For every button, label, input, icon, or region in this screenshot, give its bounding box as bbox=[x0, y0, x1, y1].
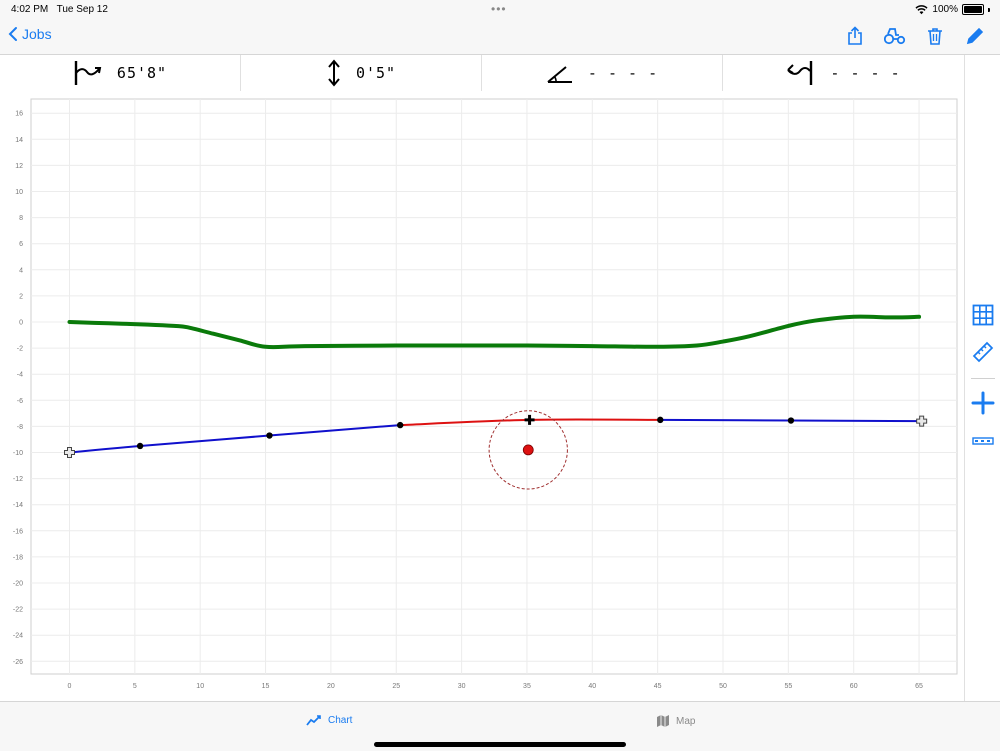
dashed-line-icon bbox=[972, 437, 994, 445]
wifi-icon bbox=[915, 4, 928, 14]
x-tick-label: 10 bbox=[196, 683, 204, 690]
length-readout: 65'8" bbox=[0, 55, 241, 91]
bore-point[interactable] bbox=[266, 432, 273, 439]
angle-readout: - - - - bbox=[482, 55, 723, 91]
y-tick-label: 0 bbox=[19, 320, 23, 327]
grid-icon bbox=[972, 304, 994, 326]
edit-button[interactable] bbox=[964, 25, 986, 47]
x-tick-label: 30 bbox=[458, 683, 466, 690]
chart-svg[interactable]: 0 5 10 15 20 25 30 35 40 45 50 55 60 651614121086420-… bbox=[0, 91, 964, 701]
x-tick-label: 0 bbox=[68, 683, 72, 690]
x-tick-label: 40 bbox=[588, 683, 596, 690]
y-tick-label: -24 bbox=[13, 633, 23, 640]
y-tick-label: -22 bbox=[13, 607, 23, 614]
status-bar: 4:02 PM Tue Sep 12 ••• 100% bbox=[0, 0, 1000, 20]
y-tick-label: 16 bbox=[15, 111, 23, 118]
length-value: 65'8" bbox=[116, 64, 168, 82]
x-tick-label: 5 bbox=[133, 683, 137, 690]
tab-chart-label: Chart bbox=[328, 714, 353, 726]
status-time: 4:02 PM Tue Sep 12 bbox=[11, 4, 108, 15]
tab-chart[interactable]: Chart bbox=[306, 714, 352, 726]
equipment-button[interactable] bbox=[884, 25, 906, 47]
y-tick-label: -6 bbox=[17, 398, 23, 405]
y-tick-label: -12 bbox=[13, 476, 23, 483]
x-tick-label: 15 bbox=[262, 683, 270, 690]
x-tick-label: 35 bbox=[523, 683, 531, 690]
grid-toggle-button[interactable] bbox=[970, 302, 996, 328]
bore-point[interactable] bbox=[657, 416, 664, 424]
y-tick-label: -26 bbox=[13, 659, 23, 666]
ruler-icon bbox=[972, 341, 994, 363]
tab-map-label: Map bbox=[676, 715, 696, 727]
bore-point[interactable] bbox=[136, 442, 144, 450]
offset-icon bbox=[787, 61, 813, 85]
depth-value: 0'5" bbox=[355, 64, 397, 82]
add-point-button[interactable] bbox=[970, 390, 996, 416]
length-icon bbox=[74, 61, 102, 85]
bore-point[interactable] bbox=[787, 417, 795, 424]
x-tick-label: 20 bbox=[327, 683, 335, 690]
y-tick-label: 2 bbox=[19, 293, 23, 300]
x-tick-label: 60 bbox=[850, 683, 858, 690]
x-tick-label: 50 bbox=[719, 683, 727, 690]
x-tick-label: 65 bbox=[915, 683, 923, 690]
offset-readout: - - - - bbox=[723, 55, 964, 91]
target-point[interactable] bbox=[522, 444, 534, 456]
chevron-left-icon bbox=[8, 27, 17, 41]
x-tick-label: 45 bbox=[654, 683, 662, 690]
y-tick-label: 8 bbox=[19, 215, 23, 222]
share-button[interactable] bbox=[844, 25, 866, 47]
y-tick-label: -8 bbox=[17, 424, 23, 431]
y-tick-label: -20 bbox=[13, 581, 23, 588]
plot-frame bbox=[30, 98, 958, 675]
y-tick-label: -10 bbox=[13, 450, 23, 457]
y-tick-label: 4 bbox=[19, 267, 23, 274]
back-label: Jobs bbox=[22, 26, 52, 42]
tractor-icon bbox=[884, 28, 906, 45]
delete-button[interactable] bbox=[924, 25, 946, 47]
angle-icon bbox=[547, 66, 572, 83]
y-tick-label: -18 bbox=[13, 554, 23, 561]
depth-icon bbox=[328, 59, 340, 87]
navigation-bar: Jobs bbox=[0, 20, 1000, 55]
depth-readout: 0'5" bbox=[241, 55, 482, 91]
pencil-icon bbox=[966, 27, 984, 45]
bore-point[interactable] bbox=[396, 421, 404, 429]
bore-profile-chart[interactable]: 0 5 10 15 20 25 30 35 40 45 50 55 60 65 16 14 12 10 8 6 4 2 0-… bbox=[0, 91, 964, 701]
tab-map[interactable]: Map bbox=[656, 714, 695, 728]
multitasking-dots-icon[interactable]: ••• bbox=[491, 2, 507, 16]
x-tick-label: 25 bbox=[392, 683, 400, 690]
y-tick-label: -2 bbox=[17, 346, 23, 353]
status-date: Tue Sep 12 bbox=[56, 4, 108, 15]
back-button[interactable]: Jobs bbox=[8, 26, 52, 42]
plus-icon bbox=[971, 391, 995, 415]
battery-percent: 100% bbox=[932, 4, 958, 15]
tab-bar: Chart Map bbox=[0, 701, 1000, 751]
status-indicators: 100% bbox=[915, 4, 990, 15]
y-tick-label: 6 bbox=[19, 241, 23, 248]
trash-icon bbox=[928, 28, 942, 45]
share-icon bbox=[848, 26, 862, 45]
x-tick-label: 55 bbox=[784, 683, 792, 690]
y-tick-label: -14 bbox=[13, 502, 23, 509]
offset-value: - - - - bbox=[830, 64, 901, 82]
angle-value: - - - - bbox=[587, 64, 659, 82]
y-tick-label: 12 bbox=[15, 163, 23, 170]
y-tick-label: 14 bbox=[15, 137, 23, 144]
measure-button[interactable] bbox=[970, 339, 996, 365]
y-tick-label: 10 bbox=[15, 189, 23, 196]
line-style-button[interactable] bbox=[970, 428, 996, 454]
tool-column bbox=[964, 55, 1000, 701]
battery-icon bbox=[962, 4, 984, 15]
home-indicator[interactable] bbox=[374, 742, 626, 747]
map-icon bbox=[657, 715, 669, 727]
chart-icon bbox=[306, 715, 321, 726]
y-tick-label: -16 bbox=[13, 528, 23, 535]
y-tick-label: -4 bbox=[17, 372, 23, 379]
tool-divider bbox=[971, 378, 995, 379]
measurement-bar: 65'8" 0'5" - - - - - - - - bbox=[0, 55, 964, 92]
